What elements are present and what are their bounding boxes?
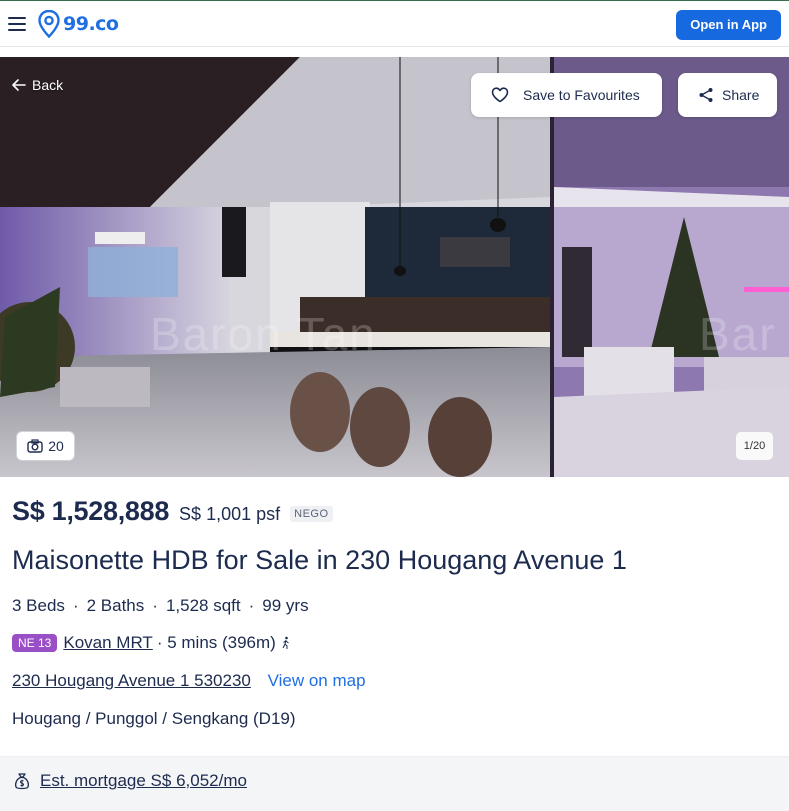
main-photo[interactable]: Baron Tan <box>0 57 550 477</box>
view-on-map-link[interactable]: View on map <box>268 671 366 690</box>
address-link[interactable]: 230 Hougang Avenue 1 530230 <box>12 671 251 690</box>
listing-title: Maisonette HDB for Sale in 230 Hougang A… <box>12 545 627 575</box>
app-header: 99.co Open in App <box>0 1 789 47</box>
location-pin-logo-icon <box>38 10 60 38</box>
price-row: S$ 1,528,888 S$ 1,001 psf NEGO <box>12 496 333 527</box>
separator-dot: · <box>248 596 255 615</box>
mortgage-estimate: Est. mortgage S$ 6,052/mo <box>12 771 247 791</box>
heart-icon <box>491 87 509 103</box>
photo-page-indicator: 1/20 <box>736 432 773 460</box>
camera-icon <box>27 439 43 453</box>
photo-count-value: 20 <box>48 438 64 454</box>
separator-dot: · <box>72 596 79 615</box>
tenure: 99 yrs <box>262 596 309 615</box>
walking-icon <box>282 636 289 649</box>
listing-specs: 3 Beds · 2 Baths · 1,528 sqft · 99 yrs <box>12 596 309 616</box>
mrt-walk-distance: · 5 mins (396m) <box>156 633 276 652</box>
save-to-favourites-button[interactable]: Save to Favourites <box>471 73 662 117</box>
listing-price: S$ 1,528,888 <box>12 496 170 526</box>
arrow-left-icon <box>12 79 26 91</box>
floor-size: 1,528 sqft <box>165 596 241 615</box>
mrt-line-badge: NE 13 <box>12 634 58 652</box>
negotiable-badge: NEGO <box>290 506 333 522</box>
brand-logo[interactable]: 99.co <box>38 10 119 38</box>
share-label: Share <box>722 87 760 103</box>
baths-count: 2 Baths <box>86 596 145 615</box>
money-bag-icon <box>14 773 30 790</box>
share-button[interactable]: Share <box>678 73 777 117</box>
menu-icon[interactable] <box>8 13 28 33</box>
photo-gallery: Baron Tan Bar Back Save to Favourites Sh… <box>0 57 789 477</box>
favourites-label: Save to Favourites <box>523 87 640 103</box>
nearest-mrt: NE 13 Kovan MRT · 5 mins (396m) <box>12 633 292 653</box>
district-label: Hougang / Punggol / Sengkang (D19) <box>12 709 296 728</box>
logo-text: 99.co <box>63 13 119 35</box>
share-icon <box>699 88 713 102</box>
mrt-station-link[interactable]: Kovan MRT <box>63 633 152 653</box>
mortgage-section: Est. mortgage S$ 6,052/mo <box>0 756 789 811</box>
address-row: 230 Hougang Avenue 1 530230 View on map <box>12 671 366 691</box>
secondary-photo[interactable]: Bar <box>554 57 789 477</box>
back-button[interactable]: Back <box>12 77 63 93</box>
mortgage-estimate-link[interactable]: Est. mortgage S$ 6,052/mo <box>40 771 247 791</box>
photo-count-button[interactable]: 20 <box>16 431 75 461</box>
back-label: Back <box>32 77 64 93</box>
beds-count: 3 Beds <box>12 596 65 615</box>
price-per-sqft: S$ 1,001 psf <box>179 504 281 524</box>
separator-dot: · <box>152 596 158 615</box>
open-in-app-button[interactable]: Open in App <box>676 10 781 40</box>
